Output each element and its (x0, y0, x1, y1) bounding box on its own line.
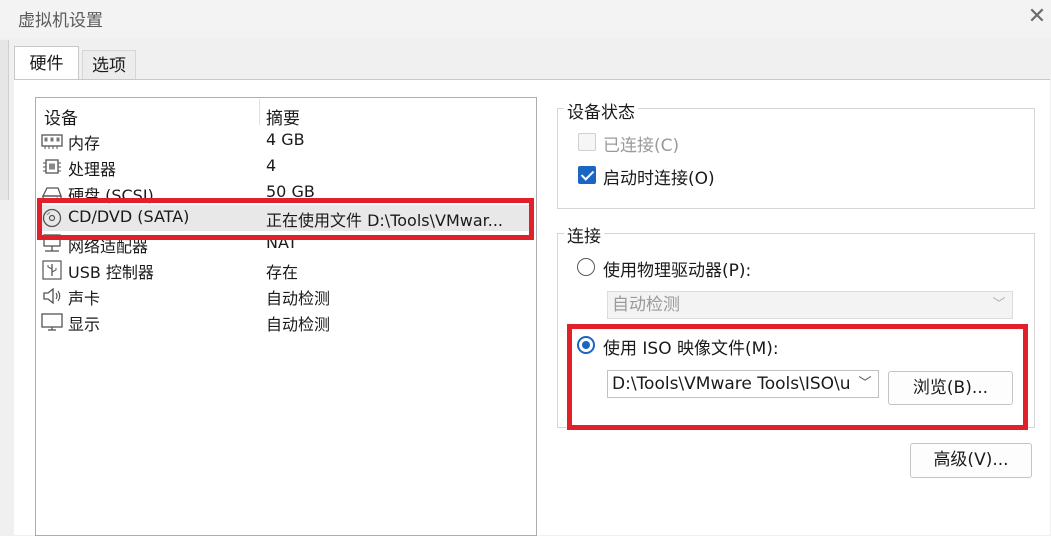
device-row-sound-card[interactable]: 声卡 自动检测 (37, 283, 533, 309)
highlight-box-iso-option (567, 324, 1028, 430)
window-title: 虚拟机设置 (18, 11, 103, 31)
connected-checkbox[interactable] (578, 133, 596, 151)
processor-icon (43, 159, 61, 174)
device-name: USB 控制器 (68, 263, 154, 282)
monitor-icon (41, 313, 63, 331)
device-name: 处理器 (68, 160, 117, 179)
device-row-processor[interactable]: 处理器 4 (37, 154, 533, 180)
device-row-memory[interactable]: 内存 4 GB (37, 128, 533, 154)
device-name: 内存 (68, 134, 101, 153)
tab-hardware[interactable]: 硬件 (14, 46, 79, 81)
usb-icon (42, 260, 62, 280)
column-header-summary[interactable]: 摘要 (266, 104, 300, 129)
connection-label: 连接 (564, 222, 604, 247)
device-row-display[interactable]: 显示 自动检测 (37, 309, 533, 335)
highlight-box-selected-device (37, 198, 534, 240)
device-status-label: 设备状态 (564, 98, 638, 123)
device-summary: 4 (266, 156, 277, 175)
column-header-device[interactable]: 设备 (44, 104, 78, 129)
memory-icon (41, 134, 63, 149)
chevron-down-icon: ﹀ (990, 292, 1008, 318)
title-bar: 虚拟机设置 ✕ (0, 0, 1051, 38)
physical-drive-value: 自动检测 (612, 295, 680, 315)
connected-label: 已连接(C) (603, 136, 680, 156)
device-summary: 4 GB (266, 130, 305, 149)
device-summary: 自动检测 (266, 315, 331, 334)
device-summary: 存在 (266, 263, 299, 282)
speaker-icon (43, 287, 61, 305)
device-status-group (557, 108, 1035, 209)
background-window-edge (0, 40, 9, 200)
column-separator[interactable] (259, 99, 260, 125)
connect-at-power-on-checkbox[interactable] (578, 166, 596, 184)
advanced-button[interactable]: 高级(V)... (910, 443, 1032, 478)
device-name: 声卡 (68, 289, 101, 308)
physical-drive-label: 使用物理驱动器(P): (603, 261, 752, 281)
physical-drive-select[interactable]: 自动检测 ﹀ (607, 291, 1013, 319)
device-summary: 自动检测 (266, 289, 331, 308)
connect-at-power-on-label: 启动时连接(O) (603, 169, 715, 189)
device-name: 显示 (68, 315, 101, 334)
physical-drive-radio[interactable] (577, 258, 595, 276)
tab-options[interactable]: 选项 (82, 50, 136, 81)
close-icon[interactable]: ✕ (1026, 4, 1048, 30)
device-row-usb-controller[interactable]: USB 控制器 存在 (37, 257, 533, 283)
